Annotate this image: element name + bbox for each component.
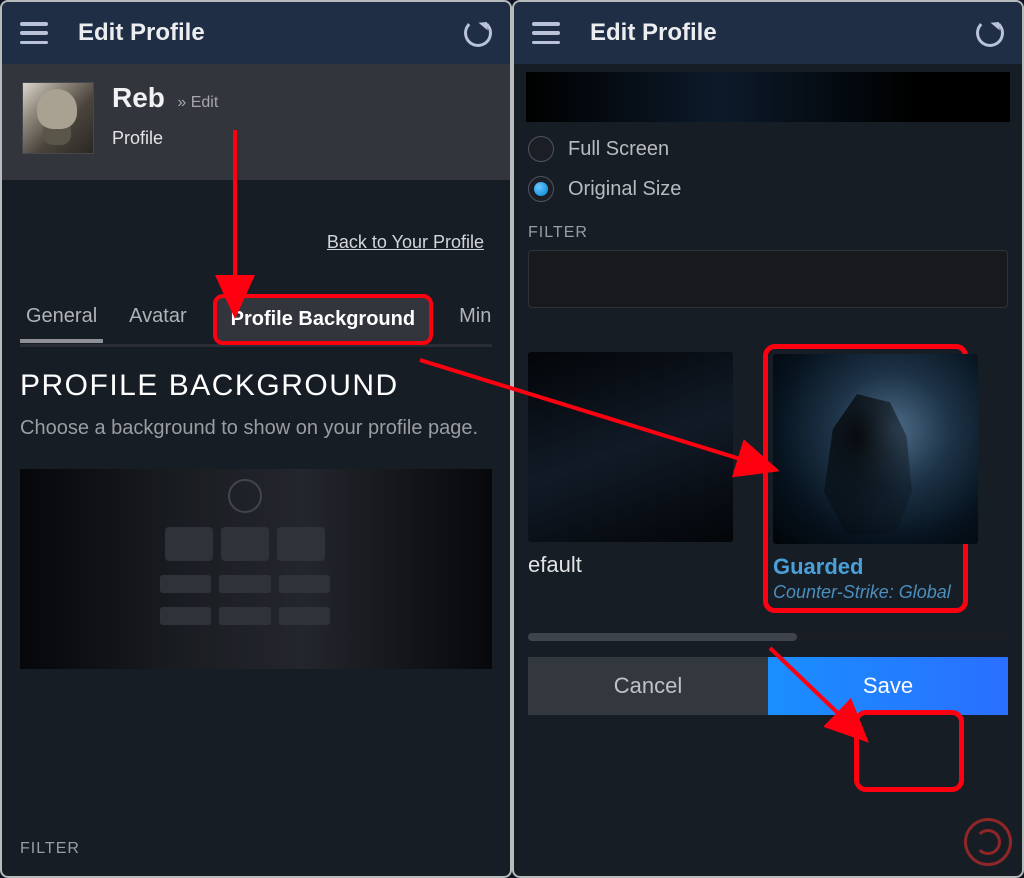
- hamburger-icon[interactable]: [20, 22, 48, 44]
- button-row: Cancel Save: [528, 657, 1008, 715]
- screenshot-right: Edit Profile Full Screen Original Size F…: [512, 0, 1024, 878]
- radio-full-screen[interactable]: Full Screen: [528, 136, 1008, 162]
- section-description: Choose a background to show on your prof…: [20, 413, 492, 443]
- background-guarded[interactable]: Guarded Counter-Strike: Global: [763, 344, 968, 613]
- radio-icon: [528, 136, 554, 162]
- background-preview-strip[interactable]: [20, 469, 492, 669]
- hamburger-icon[interactable]: [532, 22, 560, 44]
- tab-strip: General Avatar Profile Background Min: [20, 293, 492, 347]
- filter-label: FILTER: [528, 224, 1008, 242]
- tab-general[interactable]: General: [20, 297, 103, 340]
- background-title: Guarded: [773, 554, 958, 580]
- back-to-profile-link[interactable]: Back to Your Profile: [20, 232, 484, 253]
- background-thumb: [773, 354, 978, 544]
- refresh-icon[interactable]: [976, 19, 1004, 47]
- radio-original-size[interactable]: Original Size: [528, 176, 1008, 202]
- horizontal-scrollbar[interactable]: [528, 633, 1008, 641]
- section-heading: PROFILE BACKGROUND: [20, 369, 492, 403]
- app-header: Edit Profile: [2, 2, 510, 64]
- profile-name: Reb: [112, 82, 165, 113]
- refresh-icon[interactable]: [464, 19, 492, 47]
- radio-label: Full Screen: [568, 138, 669, 161]
- page-title: Edit Profile: [78, 19, 205, 47]
- tab-profile-background[interactable]: Profile Background: [213, 294, 433, 345]
- screenshot-left: Edit Profile Reb » Edit Profile Back to …: [0, 0, 512, 878]
- radio-icon: [528, 176, 554, 202]
- watermark-logo-icon: [964, 818, 1012, 866]
- filter-label: FILTER: [20, 840, 80, 858]
- preview-thumb-row: [526, 72, 1010, 122]
- cancel-button[interactable]: Cancel: [528, 657, 768, 715]
- background-title: efault: [528, 552, 733, 578]
- tab-mini-profile[interactable]: Min: [453, 297, 497, 340]
- avatar[interactable]: [22, 82, 94, 154]
- save-button[interactable]: Save: [768, 657, 1008, 715]
- filter-input[interactable]: [528, 250, 1008, 308]
- app-header: Edit Profile: [514, 2, 1022, 64]
- background-thumb: [528, 352, 733, 542]
- radio-label: Original Size: [568, 178, 681, 201]
- background-grid: efault Guarded Counter-Strike: Global: [528, 352, 1008, 613]
- background-default[interactable]: efault: [528, 352, 733, 613]
- breadcrumb-current: Profile: [112, 128, 218, 149]
- annotation-save-highlight: [854, 710, 964, 792]
- background-game: Counter-Strike: Global: [773, 582, 958, 603]
- page-title: Edit Profile: [590, 19, 717, 47]
- tab-avatar[interactable]: Avatar: [123, 297, 192, 340]
- breadcrumb-sep: » Edit: [177, 94, 218, 111]
- profile-summary: Reb » Edit Profile: [2, 64, 510, 180]
